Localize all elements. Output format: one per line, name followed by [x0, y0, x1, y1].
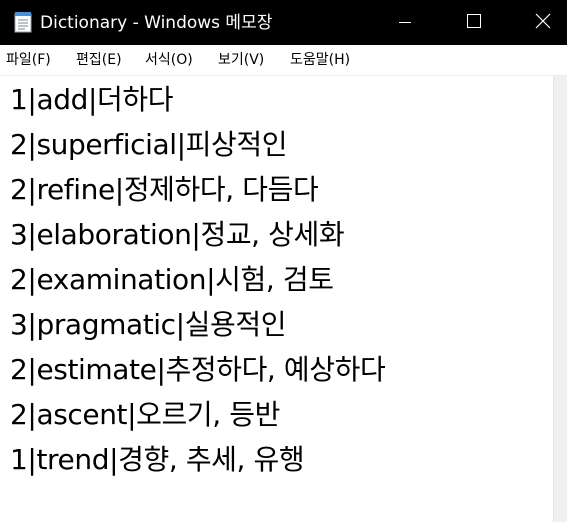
- text-line: 1|trend|경향, 추세, 유행: [10, 443, 305, 476]
- menu-help[interactable]: 도움말(H): [290, 51, 350, 69]
- text-line: 1|add|더하다: [10, 83, 174, 116]
- vertical-scrollbar[interactable]: [553, 76, 567, 522]
- close-button[interactable]: [520, 0, 566, 45]
- text-line: 3|pragmatic|실용적인: [10, 308, 287, 341]
- close-icon: [535, 13, 551, 33]
- menu-edit[interactable]: 편집(E): [76, 51, 122, 69]
- text-line: 3|elaboration|정교, 상세화: [10, 218, 345, 251]
- text-editor[interactable]: 1|add|더하다 2|superficial|피상적인 2|refine|정제…: [0, 76, 553, 522]
- menu-format[interactable]: 서식(O): [145, 51, 193, 69]
- text-line: 2|superficial|피상적인: [10, 128, 288, 161]
- text-line: 2|estimate|추정하다, 예상하다: [10, 353, 386, 386]
- menu-bar: 파일(F) 편집(E) 서식(O) 보기(V) 도움말(H): [0, 45, 567, 76]
- text-line: 2|examination|시험, 검토: [10, 263, 334, 296]
- minimize-button[interactable]: [382, 0, 428, 45]
- minimize-icon: [399, 13, 411, 32]
- maximize-button[interactable]: [451, 0, 497, 45]
- notepad-window: Dictionary - Windows 메모장 파일(F) 편집(E) 서식(…: [0, 0, 567, 522]
- text-line: 2|ascent|오르기, 등반: [10, 398, 280, 431]
- menu-view[interactable]: 보기(V): [218, 51, 264, 69]
- notepad-icon[interactable]: [14, 11, 32, 33]
- text-line: 2|refine|정제하다, 다듬다: [10, 173, 319, 206]
- maximize-icon: [467, 13, 481, 32]
- menu-file[interactable]: 파일(F): [6, 51, 51, 69]
- title-bar[interactable]: Dictionary - Windows 메모장: [0, 0, 567, 45]
- window-title: Dictionary - Windows 메모장: [40, 13, 273, 33]
